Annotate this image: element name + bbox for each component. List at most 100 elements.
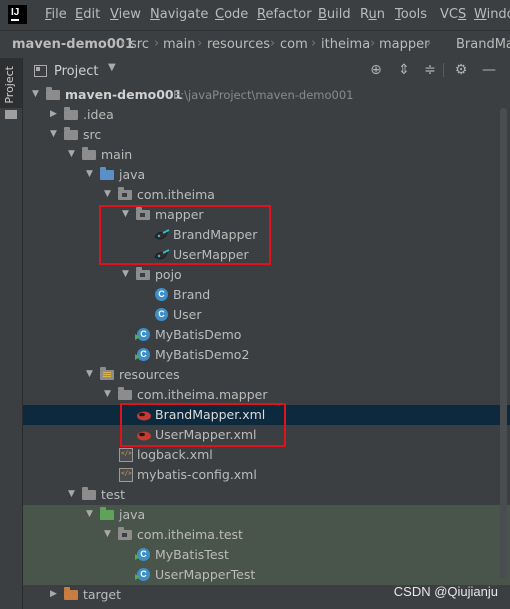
watermark: CSDN @Qiujianju — [393, 584, 498, 599]
chevron-down-icon[interactable]: ▼ — [108, 62, 116, 73]
project-tool-tab-label: Project — [3, 66, 16, 104]
menu-vcs[interactable]: VCS — [440, 7, 466, 22]
intellij-logo-icon[interactable]: IJ — [8, 5, 27, 24]
chevron-right-icon[interactable]: ▶ — [50, 108, 60, 120]
tree-label: src — [83, 127, 102, 142]
breadcrumb-mapper[interactable]: mapper — [379, 37, 429, 52]
test-class-icon: C — [135, 548, 150, 561]
chevron-down-icon[interactable]: ▼ — [104, 528, 114, 540]
source-folder-icon — [100, 167, 114, 180]
breadcrumb-com[interactable]: com — [280, 37, 308, 52]
tree-row-com-itheima-mapper[interactable]: ▼ com.itheima.mapper — [23, 385, 510, 405]
chevron-down-icon[interactable]: ▼ — [86, 368, 96, 380]
project-view-icon — [34, 65, 47, 77]
tree-scrollbar[interactable] — [500, 108, 507, 578]
test-source-folder-icon — [100, 507, 114, 520]
breadcrumb-separator-icon: › — [197, 36, 203, 51]
chevron-down-icon[interactable]: ▼ — [68, 148, 78, 160]
chevron-down-icon[interactable]: ▼ — [32, 88, 42, 100]
tree-row-project-root[interactable]: ▼ maven-demo001 E:\javaProject\maven-dem… — [23, 85, 510, 105]
menu-tools[interactable]: Tools — [395, 7, 427, 22]
tree-row-java[interactable]: ▼ java — [23, 165, 510, 185]
chevron-down-icon[interactable]: ▼ — [50, 128, 60, 140]
chevron-down-icon[interactable]: ▼ — [104, 188, 114, 200]
menu-bar: IJ File Edit View Navigate Code Refactor… — [0, 0, 510, 30]
menu-file[interactable]: File — [45, 7, 67, 22]
folder-icon[interactable] — [5, 110, 17, 119]
excluded-folder-icon — [64, 587, 78, 600]
menu-refactor[interactable]: Refactor — [257, 7, 312, 22]
class-icon: C — [155, 308, 168, 321]
tree-row-test-java[interactable]: ▼ java — [23, 505, 510, 525]
tree-label: target — [83, 587, 122, 602]
project-path: E:\javaProject\maven-demo001 — [173, 88, 354, 102]
breadcrumb-separator-icon: › — [270, 36, 276, 51]
tree-label: test — [101, 487, 126, 502]
breadcrumb-resources[interactable]: resources — [207, 37, 270, 52]
breadcrumb-itheima[interactable]: itheima — [321, 37, 370, 52]
chevron-down-icon[interactable]: ▼ — [104, 388, 114, 400]
tree-row-test[interactable]: ▼ test — [23, 485, 510, 505]
tree-label: Brand — [173, 287, 211, 302]
folder-icon — [82, 147, 96, 160]
locate-file-icon[interactable]: ⊕ — [367, 61, 385, 79]
package-icon — [118, 527, 132, 540]
expand-all-icon[interactable]: ⇕ — [395, 61, 413, 79]
folder-icon — [46, 87, 60, 100]
breadcrumb-separator-icon: › — [154, 36, 160, 51]
test-class-icon: C — [135, 568, 150, 581]
chevron-down-icon[interactable]: ▼ — [122, 268, 132, 280]
chevron-right-icon[interactable]: ▶ — [50, 588, 60, 600]
tree-label: com.itheima.test — [137, 527, 243, 542]
project-tool-tab[interactable]: Project — [0, 58, 22, 108]
gear-icon[interactable]: ⚙ — [452, 61, 470, 79]
tree-label: pojo — [155, 267, 182, 282]
breadcrumb-separator-icon: › — [311, 36, 317, 51]
menu-window[interactable]: Windo — [474, 7, 510, 22]
tree-row-usermappertest[interactable]: C UserMapperTest — [23, 565, 510, 585]
tree-row-mybatisdemo[interactable]: C MyBatisDemo — [23, 325, 510, 345]
tree-row-com-itheima[interactable]: ▼ com.itheima — [23, 185, 510, 205]
tree-row-src[interactable]: ▼ src — [23, 125, 510, 145]
menu-view[interactable]: View — [110, 7, 141, 22]
tree-row-com-itheima-test[interactable]: ▼ com.itheima.test — [23, 525, 510, 545]
tree-label: main — [101, 147, 133, 162]
chevron-down-icon[interactable]: ▼ — [86, 508, 96, 520]
tree-row-logback-xml[interactable]: logback.xml — [23, 445, 510, 465]
menu-code[interactable]: Code — [215, 7, 248, 22]
menu-navigate[interactable]: Navigate — [150, 7, 208, 22]
tree-row-brand[interactable]: C Brand — [23, 285, 510, 305]
tree-label: User — [173, 307, 202, 322]
tree-row-pojo[interactable]: ▼ pojo — [23, 265, 510, 285]
minimize-icon[interactable]: — — [480, 61, 498, 79]
tree-row-main[interactable]: ▼ main — [23, 145, 510, 165]
tree-label: java — [119, 167, 146, 182]
menu-edit[interactable]: Edit — [75, 7, 100, 22]
chevron-down-icon[interactable]: ▼ — [86, 168, 96, 180]
tree-label: resources — [119, 367, 180, 382]
menu-run[interactable]: Run — [360, 7, 385, 22]
tree-label: MyBatisDemo — [155, 327, 242, 342]
chevron-down-icon[interactable]: ▼ — [68, 488, 78, 500]
tree-row-idea[interactable]: ▶ .idea — [23, 105, 510, 125]
breadcrumb-separator-icon: › — [120, 36, 126, 51]
tree-row-mybatisdemo2[interactable]: C MyBatisDemo2 — [23, 345, 510, 365]
breadcrumb-project[interactable]: maven-demo001 — [12, 37, 134, 52]
tree-label: com.itheima — [137, 187, 215, 202]
tree-row-user[interactable]: C User — [23, 305, 510, 325]
tree-label: logback.xml — [137, 447, 213, 462]
breadcrumb-brandmapper[interactable]: BrandMa — [456, 37, 510, 52]
tree-label: MyBatisDemo2 — [155, 347, 250, 362]
menu-build[interactable]: Build — [318, 7, 351, 22]
runnable-class-icon: C — [135, 348, 150, 361]
tree-row-mybatistest[interactable]: C MyBatisTest — [23, 545, 510, 565]
tree-row-mybatis-config-xml[interactable]: mybatis-config.xml — [23, 465, 510, 485]
project-panel-title[interactable]: Project — [54, 64, 98, 79]
header-divider — [443, 63, 444, 77]
breadcrumb-main[interactable]: main — [163, 37, 195, 52]
tree-label: UserMapperTest — [155, 567, 256, 582]
collapse-all-icon[interactable]: ≑ — [421, 61, 439, 79]
breadcrumb-src[interactable]: src — [130, 37, 149, 52]
tree-row-resources[interactable]: ▼ resources — [23, 365, 510, 385]
tree-label: .idea — [83, 107, 114, 122]
